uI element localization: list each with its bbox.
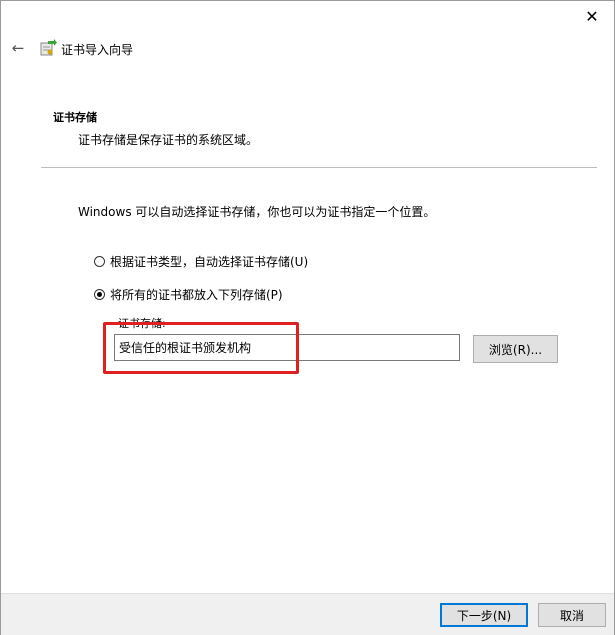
wizard-title: 证书导入向导 <box>61 43 134 57</box>
back-button[interactable]: ← <box>9 39 27 57</box>
radio-place-all-in-store[interactable]: 将所有的证书都放入下列存储(P) <box>94 286 283 303</box>
browse-button[interactable]: 浏览(R)... <box>473 335 558 363</box>
separator <box>41 167 597 168</box>
cancel-button[interactable]: 取消 <box>538 603 606 627</box>
radio-auto-select-store[interactable]: 根据证书类型，自动选择证书存储(U) <box>94 253 308 270</box>
annotation-highlight-box <box>103 322 299 374</box>
radio-checked-icon[interactable] <box>94 289 105 300</box>
close-icon: ✕ <box>585 6 599 26</box>
radio-label: 根据证书类型，自动选择证书存储(U) <box>110 255 309 269</box>
back-arrow-icon: ← <box>11 39 25 57</box>
radio-label: 将所有的证书都放入下列存储(P) <box>110 288 283 302</box>
certificate-import-icon <box>40 39 57 56</box>
intro-text: Windows 可以自动选择证书存储，你也可以为证书指定一个位置。 <box>78 205 436 219</box>
certificate-import-wizard-window: ✕ ← 证书导入向导 证书存储 证书存储是保存证书的系统区域。 Windows … <box>0 0 615 635</box>
radio-icon[interactable] <box>94 256 105 267</box>
close-button[interactable]: ✕ <box>570 1 614 31</box>
section-heading: 证书存储 <box>53 111 97 124</box>
section-description: 证书存储是保存证书的系统区域。 <box>78 133 259 147</box>
next-button[interactable]: 下一步(N) <box>440 603 528 627</box>
